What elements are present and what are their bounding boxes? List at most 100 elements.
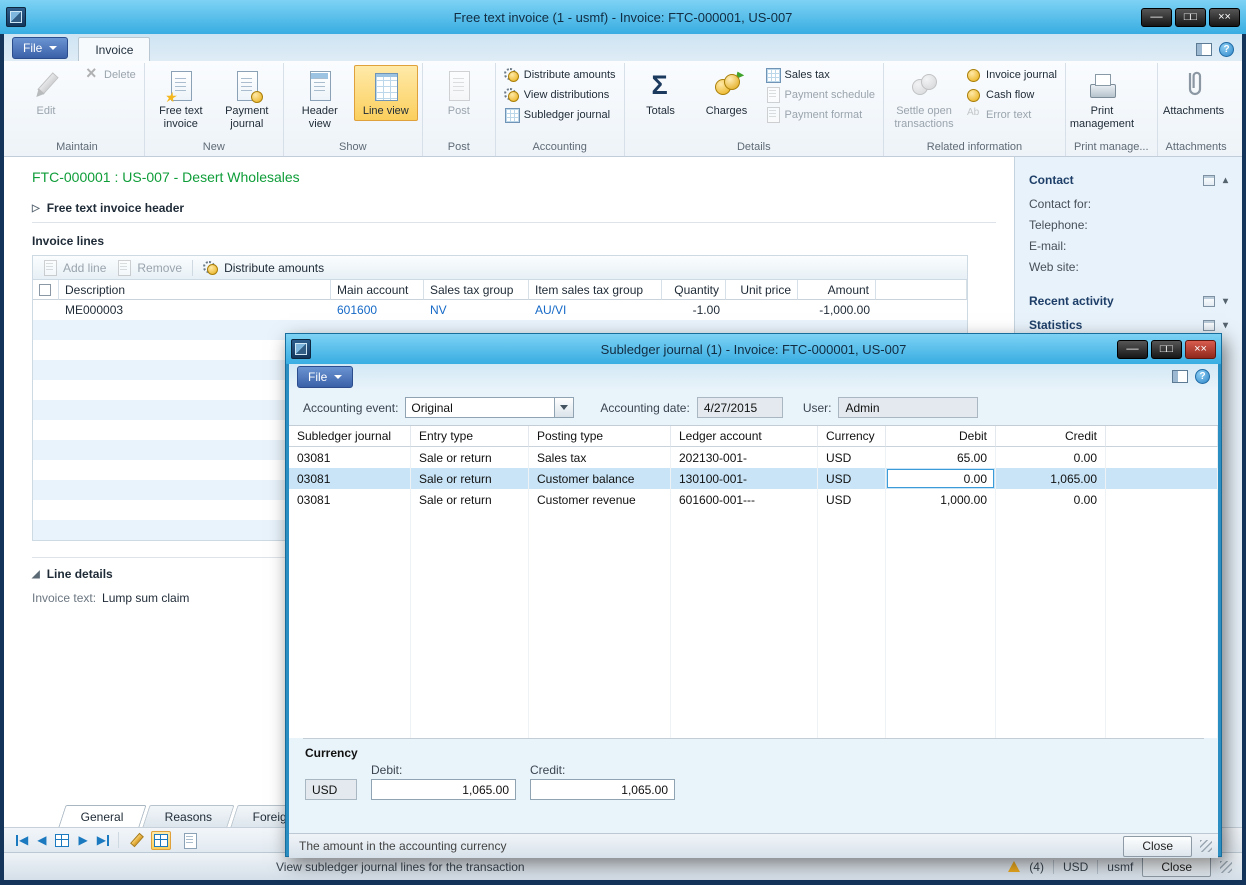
dialog-maximize-button[interactable]: □ (1151, 340, 1182, 359)
cell[interactable]: 130100-001- (671, 468, 818, 489)
column-sales-tax-group[interactable]: Sales tax group (424, 280, 529, 300)
cell-amount[interactable]: -1,000.00 (798, 300, 876, 320)
cell-sales-tax-group[interactable]: NV (424, 300, 529, 320)
cell[interactable]: Sale or return (411, 447, 529, 468)
popout-icon[interactable] (1203, 296, 1215, 307)
status-company[interactable]: usmf (1107, 860, 1133, 874)
payment-journal-button[interactable]: Payment journal (215, 65, 279, 133)
sales-tax-button[interactable]: Sales tax (761, 65, 880, 84)
dialog-resize-grip[interactable] (1200, 840, 1212, 852)
invoice-journal-button[interactable]: Invoice journal (962, 65, 1061, 84)
cell-unit-price[interactable] (726, 300, 798, 320)
cell[interactable]: Customer revenue (529, 489, 671, 510)
select-all-checkbox[interactable] (39, 284, 51, 296)
main-close-button[interactable]: Close (1142, 856, 1211, 877)
factbox-statistics-header[interactable]: Statistics ▾ (1029, 318, 1228, 332)
dialog-close-button[interactable]: × (1185, 340, 1216, 359)
help-icon[interactable] (1219, 42, 1234, 57)
column-posting-type[interactable]: Posting type (529, 426, 671, 447)
cell[interactable]: Sale or return (411, 489, 529, 510)
cell[interactable]: Customer balance (529, 468, 671, 489)
cell[interactable]: Sales tax (529, 447, 671, 468)
next-record-icon[interactable]: ▶ (78, 833, 87, 847)
attachments-button[interactable]: Attachments (1162, 65, 1226, 121)
cell[interactable]: 03081 (289, 489, 411, 510)
distribute-amounts-button[interactable]: Distribute amounts (500, 65, 620, 84)
cell[interactable]: 03081 (289, 468, 411, 489)
cell-description[interactable]: ME000003 (59, 300, 331, 320)
select-all-cell[interactable] (33, 280, 59, 300)
alerts-icon[interactable] (1008, 861, 1020, 872)
cell[interactable]: 1,000.00 (886, 489, 996, 510)
chevron-down-icon[interactable]: ▾ (1223, 296, 1228, 307)
cell[interactable]: 1,065.00 (996, 468, 1106, 489)
dialog-file-menu-button[interactable]: File (297, 366, 353, 388)
cell[interactable]: 0.00 (996, 489, 1106, 510)
column-unit-price[interactable]: Unit price (726, 280, 798, 300)
error-text-button[interactable]: Error text (962, 105, 1061, 124)
column-item-sales-tax-group[interactable]: Item sales tax group (529, 280, 662, 300)
remove-line-button[interactable]: Remove (116, 260, 182, 275)
maximize-button[interactable]: □ (1175, 8, 1206, 27)
row-select-cell[interactable] (33, 300, 59, 320)
line-view-button[interactable]: Line view (354, 65, 418, 121)
column-quantity[interactable]: Quantity (662, 280, 726, 300)
focused-cell[interactable]: 0.00 (886, 468, 996, 489)
cell[interactable]: 202130-001- (671, 447, 818, 468)
distribute-amounts-toolbar-button[interactable]: Distribute amounts (203, 260, 324, 275)
column-amount[interactable]: Amount (798, 280, 876, 300)
column-main-account[interactable]: Main account (331, 280, 424, 300)
grid-view-icon[interactable] (55, 834, 69, 847)
column-credit[interactable]: Credit (996, 426, 1106, 447)
view-distributions-button[interactable]: View distributions (500, 85, 620, 104)
dialog-close-action-button[interactable]: Close (1123, 836, 1192, 857)
post-button[interactable]: Post (427, 65, 491, 121)
payment-schedule-button[interactable]: Payment schedule (761, 85, 880, 104)
minimize-button[interactable]: – (1141, 8, 1172, 27)
tab-reasons[interactable]: Reasons (142, 805, 235, 827)
charges-button[interactable]: Charges (695, 65, 759, 121)
print-management-button[interactable]: Print management (1070, 65, 1134, 133)
file-menu-button[interactable]: File (12, 37, 68, 59)
column-description[interactable]: Description (59, 280, 331, 300)
column-entry-type[interactable]: Entry type (411, 426, 529, 447)
edit-button[interactable]: Edit (14, 65, 78, 121)
settle-open-transactions-button[interactable]: Settle open transactions (888, 65, 960, 133)
cell[interactable]: 601600-001--- (671, 489, 818, 510)
payment-format-button[interactable]: Payment format (761, 105, 880, 124)
accounting-event-value[interactable]: Original (405, 397, 555, 418)
dialog-titlebar[interactable]: Subledger journal (1) - Invoice: FTC-000… (286, 334, 1221, 364)
cell[interactable]: 03081 (289, 447, 411, 468)
cell-main-account[interactable]: 601600 (331, 300, 424, 320)
layout-icon[interactable] (1172, 370, 1188, 383)
subledger-journal-button[interactable]: Subledger journal (500, 105, 620, 124)
dialog-minimize-button[interactable]: – (1117, 340, 1148, 359)
edit-record-icon[interactable] (128, 833, 142, 847)
cell-quantity[interactable]: -1.00 (662, 300, 726, 320)
window-titlebar[interactable]: Free text invoice (1 - usmf) - Invoice: … (0, 0, 1246, 34)
chevron-down-icon[interactable]: ▾ (1223, 320, 1228, 331)
header-view-button[interactable]: Header view (288, 65, 352, 133)
tab-general[interactable]: General (58, 805, 146, 827)
close-window-button[interactable]: × (1209, 8, 1240, 27)
factbox-recent-activity-header[interactable]: Recent activity ▾ (1029, 294, 1228, 308)
header-section-expander[interactable]: Free text invoice header (32, 195, 996, 223)
tab-invoice[interactable]: Invoice (78, 37, 150, 61)
cell[interactable]: Sale or return (411, 468, 529, 489)
factbox-contact-header[interactable]: Contact ▴ (1029, 173, 1228, 187)
credit-total-field[interactable]: 1,065.00 (530, 779, 675, 800)
show-details-button[interactable] (180, 831, 200, 850)
popout-icon[interactable] (1203, 175, 1215, 186)
alerts-count[interactable]: (4) (1029, 860, 1044, 874)
layout-icon[interactable] (1196, 43, 1212, 56)
last-record-icon[interactable]: ▶ (97, 833, 109, 847)
delete-button[interactable]: Delete (80, 65, 140, 84)
accounting-event-combo[interactable]: Original (405, 397, 574, 418)
cash-flow-button[interactable]: Cash flow (962, 85, 1061, 104)
invoice-line-row[interactable]: ME000003 601600 NV AU/VI -1.00 -1,000.00 (33, 300, 967, 320)
add-line-button[interactable]: Add line (42, 260, 106, 275)
cell[interactable]: 0.00 (996, 447, 1106, 468)
column-debit[interactable]: Debit (886, 426, 996, 447)
cell[interactable]: USD (818, 468, 886, 489)
invoice-text-value[interactable]: Lump sum claim (102, 591, 189, 605)
